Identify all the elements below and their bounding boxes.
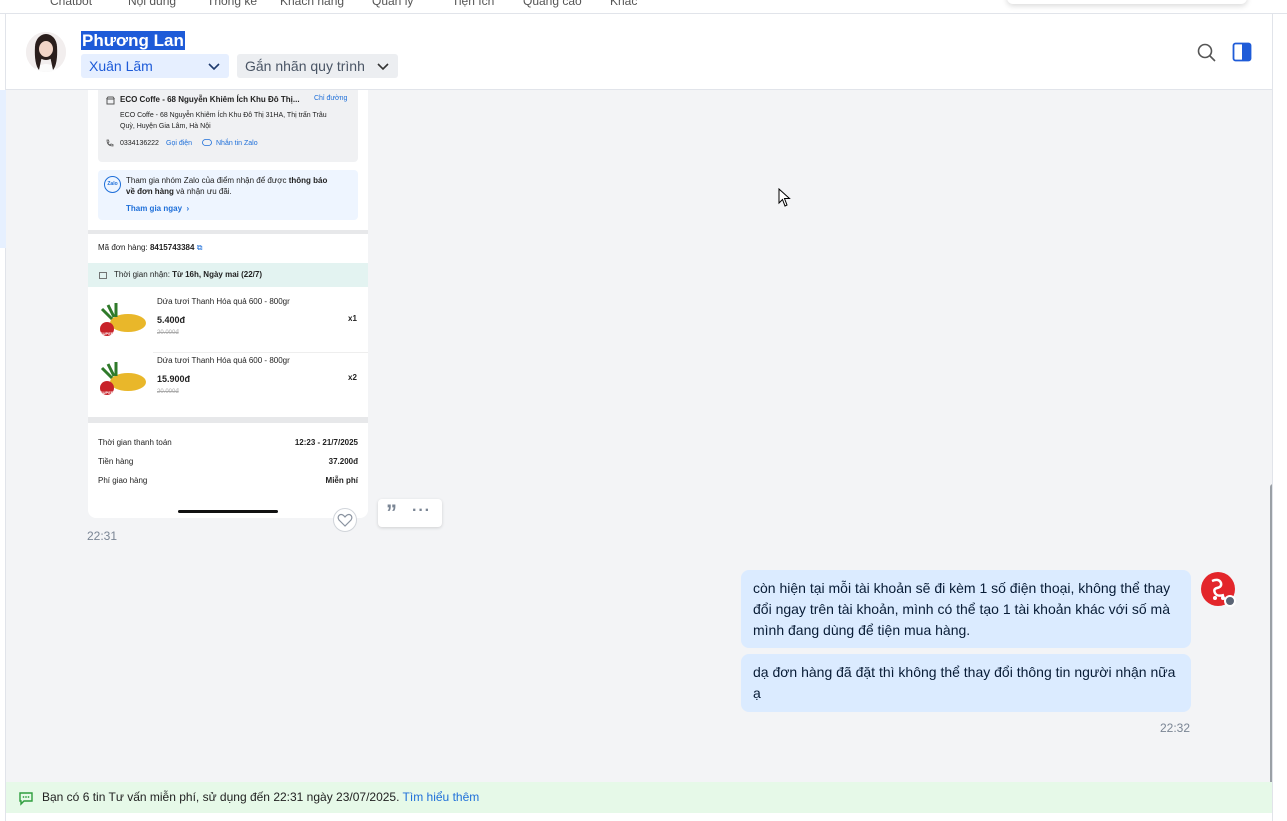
agent-avatar[interactable] [1201,572,1236,607]
store-name: ECO Coffe - 68 Nguyễn Khiêm Ích Khu Đô T… [120,95,300,104]
receive-time: Thời gian nhận: Từ 16h, Ngày mai (22/7) [114,270,262,279]
contact-avatar[interactable] [26,32,66,72]
nav-item-content[interactable]: Nội dung [128,0,176,8]
payment-time-label: Thời gian thanh toán [98,438,172,447]
nav-item-utilities[interactable]: Tiện ích [452,0,494,8]
subtotal-value: 37.200đ [328,457,358,466]
search-icon[interactable] [1196,42,1218,64]
calendar-icon [99,272,107,279]
react-heart-button[interactable] [333,508,357,532]
dropdown-panel [1007,0,1247,4]
call-link: Gọi điện [166,140,193,147]
order-code: Mã đơn hàng: 8415743384 ⧉ [98,243,203,252]
message-timestamp: 22:31 [87,529,118,543]
sale-badge: SUPER SALE [100,390,126,395]
zalo-group-invite: Zalo Tham gia nhóm Zalo của điểm nhận để… [98,170,358,220]
home-indicator [178,510,278,513]
chevron-down-icon [208,63,220,71]
item-1-old-price: 20.000đ [157,330,179,336]
toggle-info-panel-icon[interactable] [1232,42,1252,62]
item-2-old-price: 20.000đ [157,389,179,395]
sale-badge: SUPER SALE [100,331,126,336]
composer-edge [6,813,1272,821]
section-divider [88,230,368,234]
nav-item-manage[interactable]: Quản lý [372,0,413,8]
zalo-logo: Zalo [104,176,121,193]
item-2-price: 15.900đ [157,374,191,384]
item-2-qty: x2 [348,373,357,382]
item-1-price: 5.400đ [157,315,186,325]
phone-icon [106,139,114,147]
nav-item-customers[interactable]: Khách hàng [280,0,344,8]
heart-icon [337,513,353,527]
top-nav: Chatbot Nội dung Thống kê Khách hàng Quả… [0,0,1287,14]
process-label-select[interactable]: Gắn nhãn quy trình [237,54,398,78]
store-icon [106,96,115,105]
store-address-line-1: ECO Coffe - 68 Nguyễn Khiêm Ích Khu Đô T… [120,112,327,119]
mouse-cursor-icon [778,188,791,207]
item-1-qty: x1 [348,314,357,323]
contact-name[interactable]: Phương Lan [81,31,185,50]
quote-icon[interactable]: ” [386,501,397,525]
store-address-line-2: Quỳ, Huyện Gia Lâm, Hà Nội [120,123,211,130]
shipping-label: Phí giao hàng [98,476,148,485]
chevron-down-icon [377,63,389,71]
store-info-box: ECO Coffe - 68 Nguyễn Khiêm Ích Khu Đô T… [98,90,358,162]
nav-item-stats[interactable]: Thống kê [207,0,257,8]
learn-more-link[interactable]: Tìm hiểu thêm [403,790,480,804]
store-phone: 0334136222 [120,140,159,147]
chat-header: Phương Lan Xuân Lãm Gắn nhãn quy trình [6,14,1272,90]
message-text: dạ đơn hàng đã đặt thì không thể thay đổ… [753,664,1176,701]
item-1-name: Dứa tươi Thanh Hóa quả 600 - 800gr [157,297,290,306]
receive-time-bar: Thời gian nhận: Từ 16h, Ngày mai (22/7) [88,263,368,287]
assigned-staff-select[interactable]: Xuân Lãm [81,54,229,78]
nav-item-ads[interactable]: Quảng cáo [523,0,582,8]
subtotal-label: Tiền hàng [98,457,134,466]
message-timestamp: 22:32 [1160,721,1191,735]
payment-time: 12:23 - 21/7/2025 [294,438,358,447]
item-2-name: Dứa tươi Thanh Hóa quả 600 - 800gr [157,356,290,365]
message-icon [19,792,33,806]
nav-item-chatbot[interactable]: Chatbot [50,0,92,8]
directions-link: Chỉ đường [314,95,348,102]
right-panel-edge [1272,14,1287,821]
banner-text: Bạn có 6 tin Tư vấn miễn phí, sử dụng đế… [42,790,403,804]
assigned-staff-value: Xuân Lãm [89,58,153,74]
process-label-value: Gắn nhãn quy trình [245,58,365,74]
outgoing-message-bubble[interactable]: còn hiện tại mỗi tài khoản sẽ đi kèm 1 s… [741,570,1191,648]
order-screenshot-image[interactable]: ECO Coffe - 68 Nguyễn Khiêm Ích Khu Đô T… [88,90,368,518]
zalo-invite-text-1: Tham gia nhóm Zalo của điểm nhận để được… [126,176,328,185]
status-dot [1224,595,1236,607]
zalo-chat-icon [202,139,212,146]
message-actions-toolbar: ” ··· [378,499,442,527]
zalo-invite-text-2: về đơn hàng và nhận ưu đãi. [126,187,232,196]
shipping-value: Miễn phí [325,476,358,485]
outgoing-message-bubble[interactable]: dạ đơn hàng đã đặt thì không thể thay đổ… [741,654,1191,712]
free-consult-banner: Bạn có 6 tin Tư vấn miễn phí, sử dụng đế… [6,782,1272,813]
message-text: còn hiện tại mỗi tài khoản sẽ đi kèm 1 s… [753,580,1171,638]
nav-item-more[interactable]: Khác [610,0,637,8]
section-divider [88,417,368,423]
join-now-link: Tham gia ngay › [126,204,190,213]
zalo-message-link: Nhắn tin Zalo [216,140,258,147]
item-divider [153,352,368,353]
more-options-icon[interactable]: ··· [412,501,431,521]
